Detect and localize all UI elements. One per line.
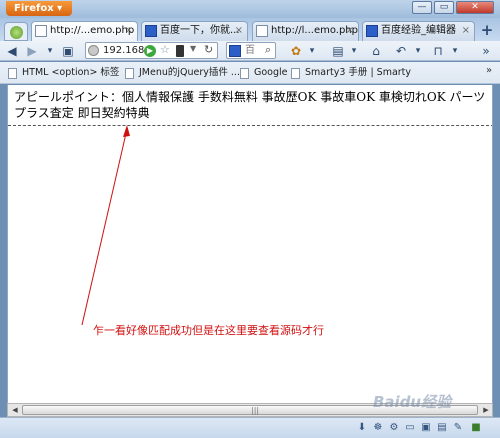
tab-close-icon[interactable]: ×	[235, 22, 243, 40]
search-icon[interactable]: ⌕	[265, 43, 271, 57]
mobile-icon[interactable]	[176, 45, 184, 57]
tab-baidu-search[interactable]: 百度一下，你就... ×	[141, 21, 248, 41]
tab-label: http://...emo.php	[50, 25, 135, 36]
edit-icon[interactable]: ✎	[452, 422, 464, 434]
settings-icon[interactable]: ⚙	[388, 422, 400, 434]
panel-dropdown-icon[interactable]: ▾	[346, 43, 362, 59]
scrollbar-grip-icon: |||	[251, 406, 260, 415]
page-icon	[240, 68, 249, 79]
status-bar: ⬇ ☸ ⚙ ▭ ▣ ▤ ✎ ■	[0, 417, 500, 438]
navigation-bar: ◀ ▶ ▾ ▣ 192.168. ▶ ☆ ▼ ↻ 百 ⌕ ✿ ▾ ▤ ▾ ⌂ ↶…	[0, 41, 500, 61]
bookmark-item[interactable]: Google	[240, 66, 288, 80]
page-content: アピールポイント：個人情報保護 手数料無料 事故歴OK 事故車OK 車検切れOK…	[7, 85, 493, 403]
new-tab-button[interactable]: +	[478, 22, 496, 40]
title-bar: Firefox ▾ — ▭ ✕	[0, 0, 500, 18]
addon-dropdown-icon[interactable]: ▾	[304, 43, 320, 59]
tab-label: 百度经验_编辑器	[381, 25, 456, 36]
search-bar[interactable]: 百 ⌕	[226, 42, 276, 59]
baidu-favicon-icon	[366, 25, 378, 37]
tab-close-icon[interactable]: ×	[462, 22, 470, 40]
page-icon	[8, 68, 17, 79]
annotation-text: 乍一看好像匹配成功但是在这里要查看源码才行	[93, 324, 324, 337]
firefox-menu-button[interactable]: Firefox ▾	[6, 1, 72, 16]
overflow-chevron-icon[interactable]: »	[478, 43, 494, 59]
search-engine-icon[interactable]	[229, 45, 241, 57]
url-bar[interactable]: 192.168. ▶ ☆ ▼ ↻	[85, 42, 218, 59]
addon-icon[interactable]: ✿	[288, 43, 304, 59]
tab-close-icon[interactable]: ×	[346, 22, 354, 40]
extension-icon[interactable]: ■	[470, 422, 482, 434]
crop-tool-icon[interactable]: ⊓	[430, 43, 446, 59]
forward-arrow-icon[interactable]: ▶	[24, 43, 40, 59]
back-arrow-icon[interactable]: ◀	[4, 43, 20, 59]
app-globe-icon	[10, 26, 23, 39]
tab-demo-php-1[interactable]: http://...emo.php ×	[31, 21, 138, 41]
bookmark-star-icon[interactable]: ☆	[160, 43, 170, 56]
scroll-left-icon[interactable]: ◀	[9, 405, 21, 415]
undo-dropdown-icon[interactable]: ▾	[410, 43, 426, 59]
undo-icon[interactable]: ↶	[393, 43, 409, 59]
bookmark-item[interactable]: JMenu的jQuery插件 ...	[125, 66, 240, 80]
page-favicon-icon	[35, 25, 47, 37]
folder-icon[interactable]: ▤	[436, 422, 448, 434]
annotation-arrow	[81, 125, 130, 326]
home-icon[interactable]: ⌂	[368, 43, 384, 59]
tab-close-icon[interactable]: ×	[125, 22, 133, 40]
download-icon[interactable]: ⬇	[356, 422, 368, 434]
tool-dropdown-icon[interactable]: ▾	[447, 43, 463, 59]
app-tab[interactable]	[4, 22, 28, 41]
bookmark-item[interactable]: HTML <option> 标签	[8, 66, 119, 80]
search-input[interactable]: 百	[245, 43, 255, 58]
url-text[interactable]: 192.168.	[103, 43, 148, 58]
baidu-favicon-icon	[145, 25, 157, 37]
tab-label: 百度一下，你就...	[160, 25, 240, 36]
annotation-arrow-head	[123, 125, 130, 137]
go-icon[interactable]: ▶	[144, 45, 156, 57]
history-dropdown-icon[interactable]: ▾	[42, 43, 58, 59]
downloads-panel-icon[interactable]: ▤	[330, 43, 346, 59]
tab-baidu-jingyan-editor[interactable]: 百度经验_编辑器 ×	[362, 21, 475, 41]
window-icon[interactable]: ▭	[404, 422, 416, 434]
bookmarks-overflow-icon[interactable]: »	[486, 65, 492, 76]
tab-demo-php-2[interactable]: http://l...emo.php ×	[252, 21, 359, 41]
page-icon	[291, 68, 300, 79]
tab-bar: http://...emo.php × 百度一下，你就... × http://…	[0, 18, 500, 41]
screenshot-icon[interactable]: ▣	[420, 422, 432, 434]
site-identity-icon[interactable]	[88, 45, 99, 56]
scroll-right-icon[interactable]: ▶	[480, 405, 492, 415]
addon-status-icon[interactable]: ☸	[372, 422, 384, 434]
page-icon	[125, 68, 134, 79]
page-favicon-icon	[256, 25, 268, 37]
close-window-button[interactable]: ✕	[456, 1, 494, 14]
minimize-button[interactable]: —	[412, 1, 432, 14]
reload-icon[interactable]: ↻	[204, 43, 213, 56]
annotation-arrow-line	[81, 128, 128, 326]
restore-button[interactable]: ▭	[434, 1, 454, 14]
page-info-icon[interactable]: ▣	[60, 43, 76, 59]
baidu-watermark: Baidu经验	[373, 393, 452, 411]
bookmarks-toolbar: HTML <option> 标签 JMenu的jQuery插件 ... Goog…	[0, 62, 500, 84]
bookmark-item[interactable]: Smarty3 手册 | Smarty	[291, 66, 411, 80]
url-dropdown-icon[interactable]: ▼	[190, 44, 196, 53]
